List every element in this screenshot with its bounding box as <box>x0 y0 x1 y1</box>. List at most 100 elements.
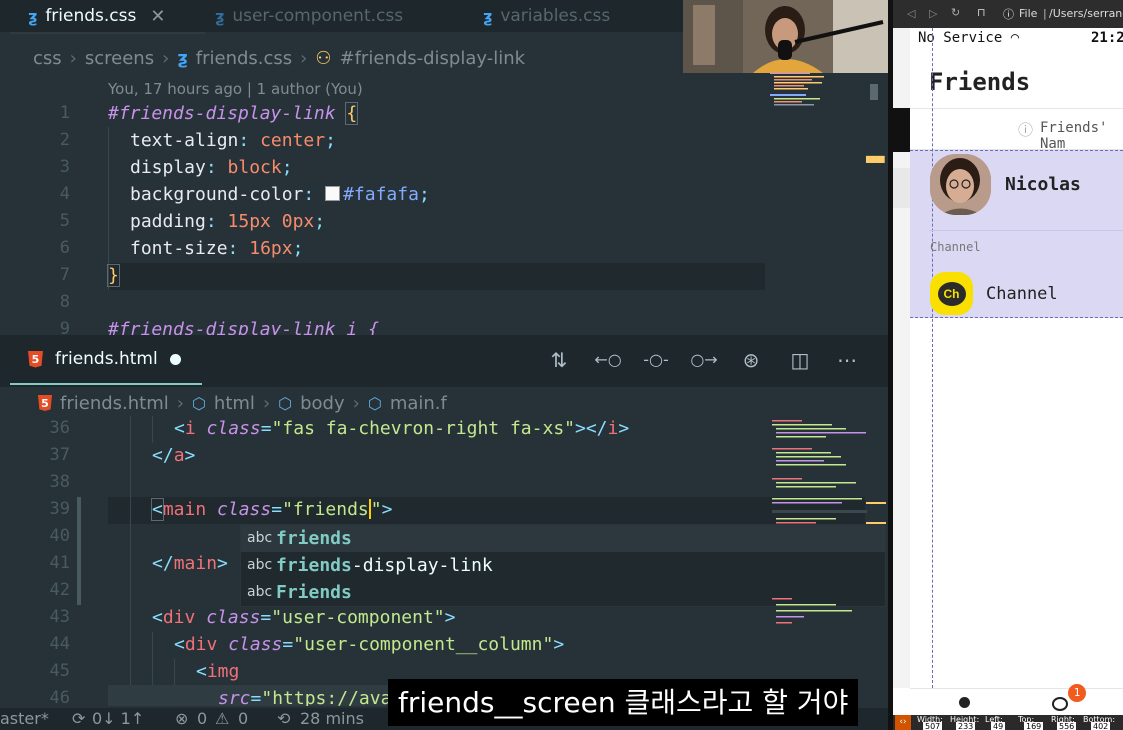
time-tracker[interactable]: 28 mins <box>300 709 364 728</box>
tab-underline <box>10 32 205 34</box>
code-line[interactable]: <div class="user-component"> <box>152 604 455 631</box>
minimap[interactable] <box>768 72 883 132</box>
video-subtitle: friends__screen 클래스라고 할 거야 <box>388 679 859 726</box>
webcam-overlay <box>683 0 893 73</box>
minimap[interactable] <box>768 418 883 638</box>
line-number: 38 <box>49 472 70 492</box>
line-number: 36 <box>49 418 70 438</box>
color-swatch[interactable] <box>325 186 341 201</box>
overview-ruler-mark: ▀▀ <box>866 156 885 170</box>
warning-count: 0 <box>238 709 249 728</box>
chevron-right-icon: › <box>176 392 184 414</box>
code-line[interactable]: background-color: #fafafa; <box>130 181 430 208</box>
code-icon[interactable]: ‹› <box>895 715 911 730</box>
line-number: 41 <box>49 553 70 573</box>
tab-label: variables.css <box>500 6 611 26</box>
breadcrumb-item[interactable]: screens <box>85 48 154 69</box>
tab-friends-icon[interactable] <box>959 697 970 708</box>
code-line[interactable]: display: block; <box>130 154 293 181</box>
breadcrumb-item[interactable]: html <box>214 393 255 414</box>
breadcrumb-item[interactable]: friends.css <box>196 48 292 69</box>
code-line[interactable]: </a> <box>152 442 195 469</box>
git-commit-icon[interactable]: -○- <box>640 347 672 373</box>
element-cube-icon: ⬡ <box>367 393 382 413</box>
line-number: 37 <box>49 445 70 465</box>
indent-guide <box>130 416 131 706</box>
code-line[interactable]: <div class="user-component__column"> <box>174 631 564 658</box>
git-history-icon[interactable]: ⊛ <box>738 347 764 373</box>
line-number: 45 <box>49 661 70 681</box>
top-tab-bar: ƺ friends.css ✕ ƺ user-component.css ƺ v… <box>0 0 683 32</box>
devtools-gutter <box>893 108 910 152</box>
code-line[interactable]: src="https://ava <box>218 685 391 706</box>
guide-line <box>932 28 933 688</box>
error-icon[interactable]: ⊗ <box>175 709 188 728</box>
close-icon[interactable]: ✕ <box>150 6 165 27</box>
more-actions-icon[interactable]: ⋯ <box>834 347 860 373</box>
git-branch[interactable]: aster* <box>0 709 49 728</box>
code-line[interactable]: padding: 15px 0px; <box>130 208 325 235</box>
code-line[interactable]: text-align: center; <box>130 127 336 154</box>
avatar[interactable] <box>930 154 991 215</box>
unsaved-dot-icon[interactable] <box>169 353 181 365</box>
chat-bubble-icon[interactable] <box>1052 697 1068 711</box>
code-line[interactable]: </main> <box>152 550 228 577</box>
git-blame-annotation[interactable]: You, 17 hours ago | 1 author (You) <box>108 80 363 98</box>
css-file-icon: ƺ <box>177 47 188 69</box>
element-cube-icon: ⬡ <box>191 393 206 413</box>
chevron-right-icon: › <box>69 47 77 69</box>
breadcrumb-item[interactable]: friends.html <box>60 393 169 414</box>
breadcrumb-item[interactable]: main.f <box>390 393 447 414</box>
html-tab-bar: 5 friends.html ⇅ ←○ -○- ○→ ⊛ ◫ ⋯ <box>0 335 890 387</box>
tab-bar: 1 <box>910 684 1123 716</box>
forward-icon[interactable]: ▷ <box>929 7 937 20</box>
bookmark-icon[interactable]: ⊓ <box>977 6 986 19</box>
tab-variables-css[interactable]: ƺ variables.css <box>483 0 610 32</box>
warning-icon[interactable]: ⚠ <box>215 709 229 728</box>
browser-toolbar: ◁ ▷ ↻ ⊓ ⓘ File | /Users/serrano <box>893 0 1123 28</box>
code-line[interactable]: } <box>107 262 120 289</box>
line-number: 6 <box>59 238 70 258</box>
url-path[interactable]: /Users/serrano <box>1049 7 1123 20</box>
info-circle-icon: ⓘ <box>1018 121 1034 139</box>
wifi-icon: ◠ <box>1010 30 1020 46</box>
code-line[interactable]: <i class="fas fa-chevron-right fa-xs"></… <box>174 415 629 442</box>
git-previous-icon[interactable]: ←○ <box>592 347 624 373</box>
git-gutter-modified[interactable] <box>77 497 81 605</box>
back-icon[interactable]: ◁ <box>907 7 915 20</box>
breadcrumb-item[interactable]: #friends-display-link <box>340 48 526 69</box>
code-line[interactable]: #friends-display-link i { <box>108 316 379 335</box>
line-number: 4 <box>59 184 70 204</box>
breadcrumb: 5 friends.html › ⬡ html › ⬡ body › ⬡ mai… <box>0 391 700 415</box>
chevron-right-icon: › <box>262 392 271 414</box>
line-number: 2 <box>59 130 70 150</box>
css-file-icon: ƺ <box>483 6 493 26</box>
code-line[interactable]: <img <box>196 658 239 685</box>
channel-logo-text: Ch <box>937 281 966 306</box>
indent-guide <box>152 416 153 443</box>
url-scheme: File <box>1019 7 1038 20</box>
current-line-highlight <box>108 263 765 290</box>
split-editor-icon[interactable]: ◫ <box>787 347 813 373</box>
text-kind-icon: abc <box>247 530 273 546</box>
tab-friends-html[interactable]: 5 friends.html <box>10 335 202 385</box>
tab-friends-css[interactable]: ƺ friends.css ✕ <box>28 0 165 32</box>
scrollbar-thumb[interactable] <box>870 84 878 100</box>
compare-changes-icon[interactable]: ⇅ <box>546 347 572 373</box>
channel-logo-icon[interactable]: Ch <box>930 272 973 315</box>
code-line[interactable]: font-size: 16px; <box>130 235 303 262</box>
friends-link-label: Friends' Nam <box>1040 120 1108 152</box>
sync-icon[interactable]: ⟳ <box>72 709 85 728</box>
chevron-right-icon: › <box>352 392 360 414</box>
breadcrumb-item[interactable]: body <box>300 393 345 414</box>
friends-display-link[interactable]: ⓘ Friends' Nam <box>910 108 1123 152</box>
git-next-icon[interactable]: ○→ <box>688 347 720 373</box>
git-sync-status[interactable]: 0↓ 1↑ <box>92 709 144 728</box>
info-icon: ⓘ <box>1003 8 1014 21</box>
code-line[interactable]: #friends-display-link { <box>108 100 359 127</box>
breadcrumb-item[interactable]: css <box>33 48 62 69</box>
reload-icon[interactable]: ↻ <box>951 6 960 19</box>
tab-user-component-css[interactable]: ƺ user-component.css <box>215 0 403 32</box>
code-line[interactable]: <main class="friends "> <box>151 496 392 523</box>
history-icon: ⟲ <box>277 709 291 728</box>
